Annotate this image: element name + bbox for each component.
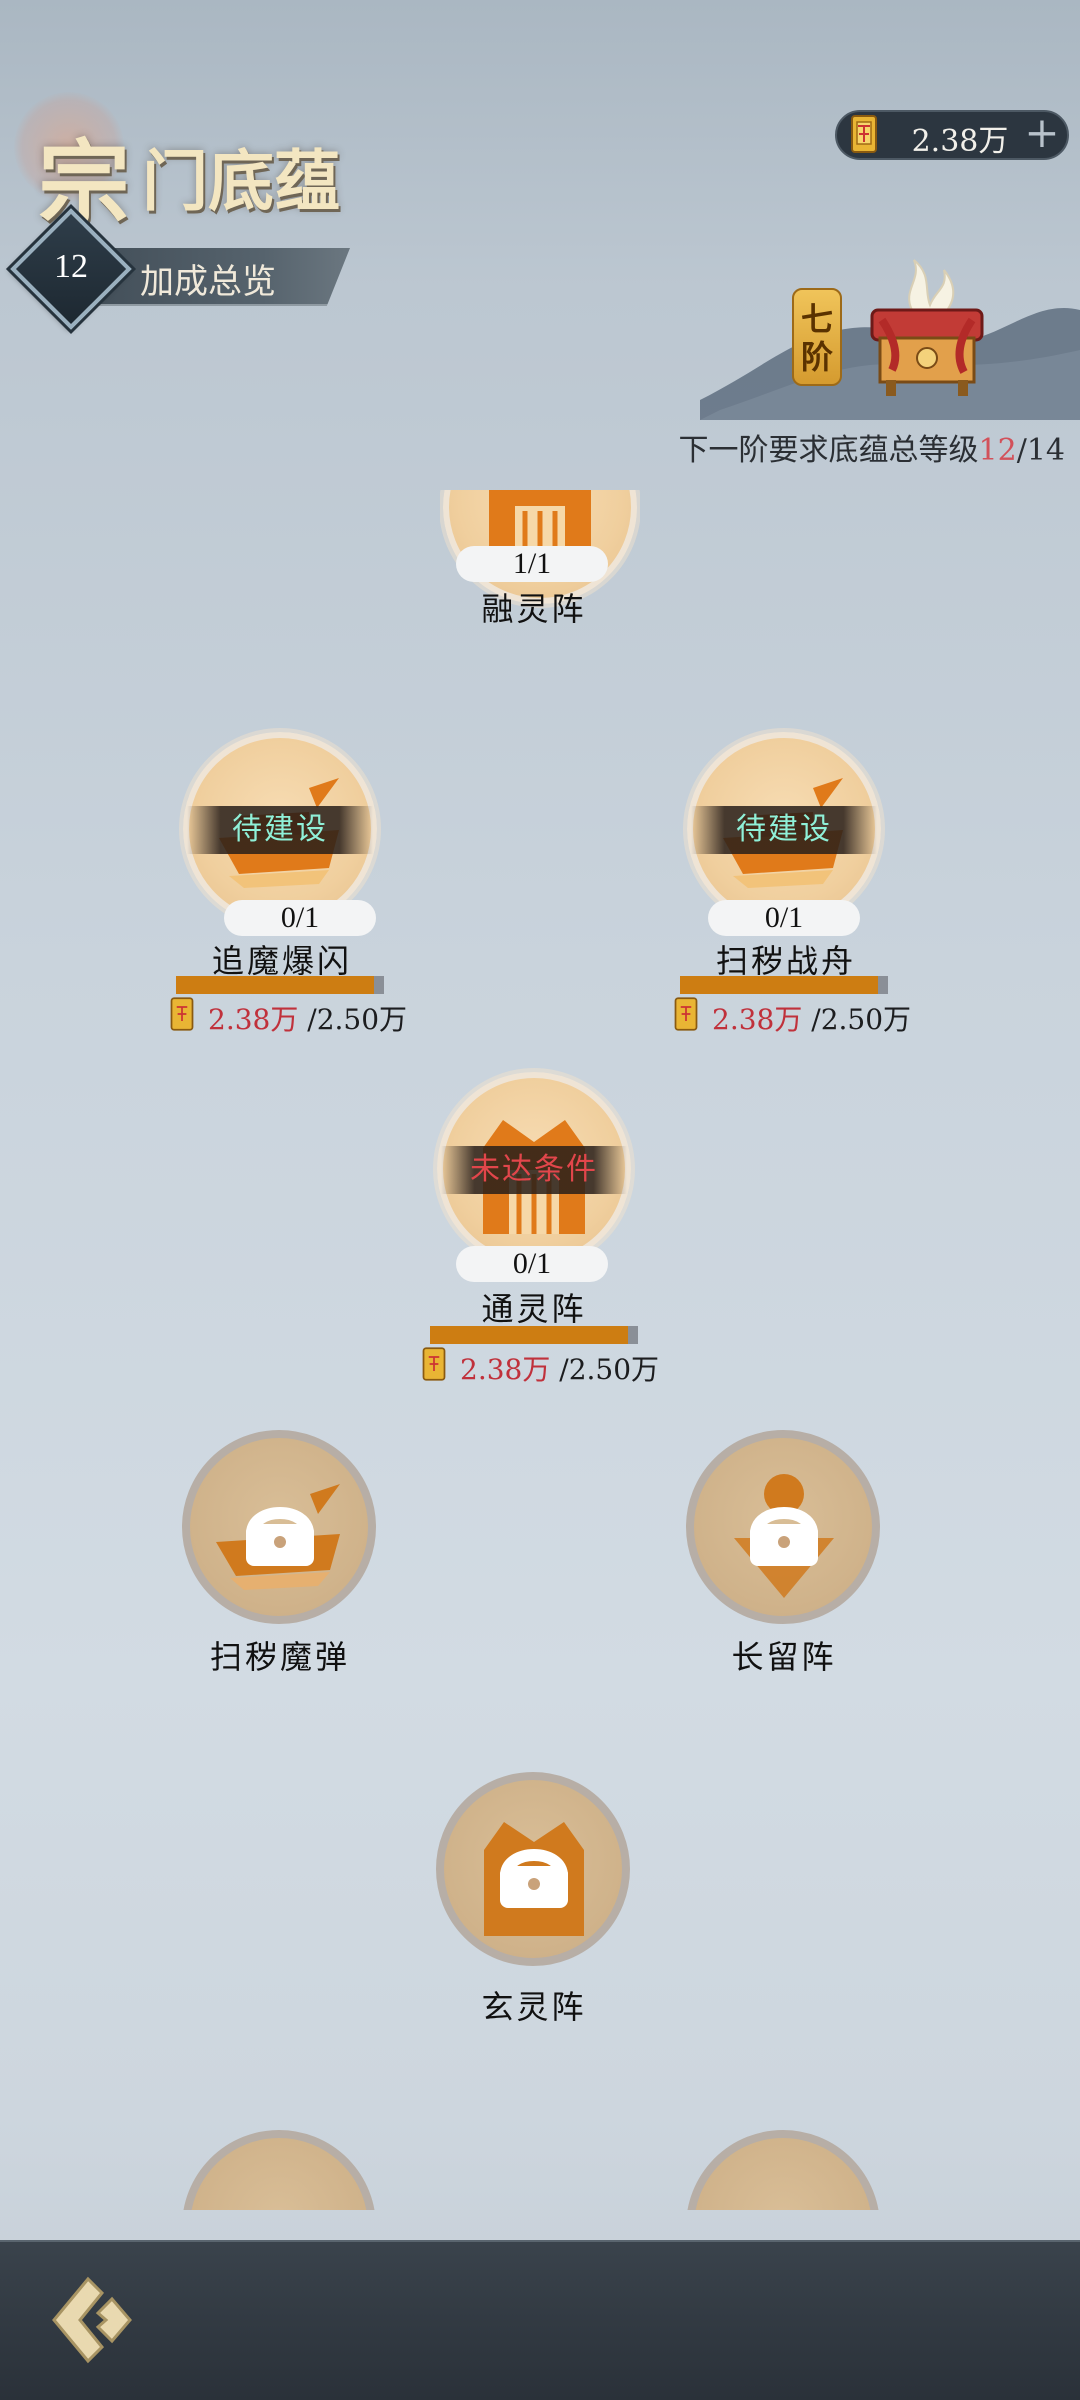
incense-chest-icon[interactable]: [852, 250, 1002, 400]
level-number: 12: [54, 248, 88, 285]
bottom-bar: [0, 2240, 1080, 2400]
node-progress-fill: [430, 1326, 629, 1344]
node-state-banner: 待建设: [187, 806, 373, 854]
node-count: 0/1: [224, 900, 376, 936]
next-tier-requirement-target: 14: [1026, 433, 1065, 468]
token-icon: [422, 1347, 446, 1381]
node-circle[interactable]: [686, 1430, 880, 1624]
node-name: 通灵阵: [481, 1290, 587, 1328]
node-name: 扫秽魔弹: [209, 1638, 350, 1676]
bonus-overview-label[interactable]: 加成总览: [140, 254, 276, 303]
node-circle[interactable]: [436, 1772, 630, 1966]
node-cost-total: /2.50万: [307, 1003, 408, 1036]
skill-node-partial-left[interactable]: [182, 2130, 378, 2210]
back-arrow-icon[interactable]: [40, 2265, 150, 2375]
skill-node-saohui-modan[interactable]: [182, 1430, 378, 1626]
node-cost-total: /2.50万: [559, 1353, 660, 1386]
node-circle[interactable]: [182, 1430, 376, 1624]
node-name: 玄灵阵: [481, 1988, 587, 2026]
node-cost-current: 2.38万: [208, 1003, 299, 1036]
add-currency-button[interactable]: +: [1020, 108, 1064, 157]
next-tier-requirement-prefix: 下一阶要求底蕴总等级: [678, 433, 979, 468]
node-cost-current: 2.38万: [460, 1353, 551, 1386]
node-state-banner: 待建设: [691, 806, 877, 854]
skill-node-partial-right[interactable]: [686, 2130, 882, 2210]
tier-badge-label: 七阶: [800, 300, 833, 376]
token-icon: [674, 997, 698, 1031]
node-progress-bar: [176, 976, 384, 994]
gate-lock-icon: [484, 1822, 584, 1936]
ship-lock-icon: [216, 1484, 340, 1590]
shield-lock-icon: [734, 1474, 834, 1598]
node-name: 融灵阵: [481, 590, 587, 628]
node-progress-bar: [430, 1326, 638, 1344]
next-tier-requirement-current: 12: [978, 433, 1017, 468]
node-cost: 2.38万 /2.50万: [712, 998, 972, 1038]
skill-node-changliu[interactable]: [686, 1430, 882, 1626]
node-cost-current: 2.38万: [712, 1003, 803, 1036]
next-tier-requirement: 下一阶要求底蕴总等级12/14: [560, 425, 1065, 469]
token-icon: [851, 115, 877, 153]
next-tier-requirement-separator: /: [1016, 433, 1027, 468]
skill-node-xuanling[interactable]: [436, 1772, 632, 1968]
node-count: 0/1: [456, 1246, 608, 1282]
node-progress-bar: [680, 976, 888, 994]
node-name: 长留阵: [731, 1638, 837, 1676]
node-count: 1/1: [456, 546, 608, 582]
node-cost-total: /2.50万: [811, 1003, 912, 1036]
node-circle[interactable]: [686, 2130, 880, 2210]
token-icon: [170, 997, 194, 1031]
node-circle[interactable]: [182, 2130, 376, 2210]
node-state-banner: 未达条件: [441, 1146, 627, 1194]
currency-value: 2.38万: [911, 124, 1009, 159]
page-title: 门底蕴: [142, 142, 340, 220]
node-cost: 2.38万 /2.50万: [208, 998, 468, 1038]
node-progress-fill: [176, 976, 375, 994]
node-count: 0/1: [708, 900, 860, 936]
node-progress-fill: [680, 976, 879, 994]
node-cost: 2.38万 /2.50万: [460, 1348, 720, 1388]
